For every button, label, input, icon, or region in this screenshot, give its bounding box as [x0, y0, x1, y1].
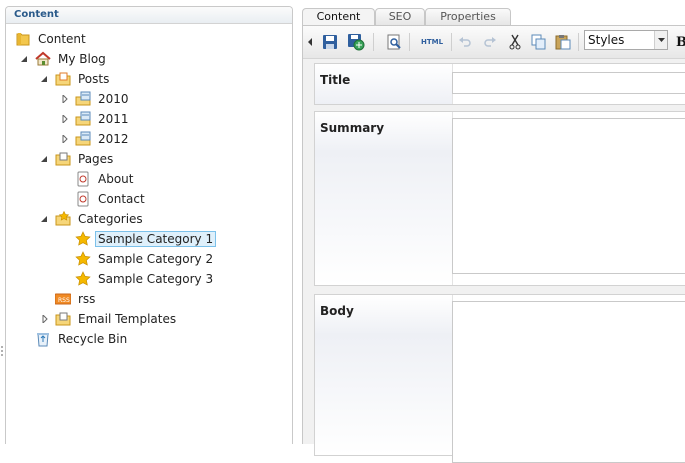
save-and-publish-icon[interactable] [347, 33, 365, 51]
editor-panel: Content SEO Properties HTML Styles B Tit… [302, 0, 685, 463]
toolbar-separator [578, 33, 579, 51]
chevron-down-icon [654, 31, 667, 49]
tab-seo[interactable]: SEO [375, 8, 425, 25]
tree-node-label: rss [78, 292, 96, 306]
collapsed-arrow-icon[interactable] [60, 134, 70, 144]
content-root-folder-icon [15, 31, 31, 47]
tree-node-label: 2010 [98, 92, 129, 106]
folder-icon [55, 311, 71, 327]
folder-icon [55, 151, 71, 167]
undo-icon[interactable] [456, 33, 474, 51]
tab-properties[interactable]: Properties [425, 8, 511, 25]
folder-star-icon [55, 210, 71, 227]
toolbar-separator [451, 33, 452, 51]
tree-node-label: Posts [78, 72, 110, 86]
home-icon [35, 51, 51, 67]
star-icon [75, 231, 91, 247]
styles-dropdown-value: Styles [588, 33, 625, 47]
expanded-arrow-icon[interactable] [39, 74, 49, 84]
tree-node-email-templates[interactable]: Email Templates [55, 309, 179, 329]
collapsed-arrow-icon[interactable] [60, 114, 70, 124]
tree-node-content[interactable]: Content [15, 29, 89, 49]
tree-node-label: Sample Category 1 [95, 231, 217, 247]
expanded-arrow-icon[interactable] [39, 214, 49, 224]
paste-icon[interactable] [554, 33, 572, 51]
preview-icon[interactable] [385, 33, 403, 51]
tree-node-2011[interactable]: 2011 [75, 109, 132, 129]
tree-node-sample-category-2[interactable]: Sample Category 2 [75, 249, 216, 269]
star-icon [75, 271, 91, 287]
tree-node-label: My Blog [58, 52, 106, 66]
tree-node-about[interactable]: About [75, 169, 136, 189]
tree-node-pages[interactable]: Pages [55, 149, 116, 169]
body-field-row: Body [314, 294, 685, 463]
summary-field-row: Summary [314, 111, 685, 286]
date-folder-icon [75, 131, 91, 147]
field-label-column: Title [315, 64, 453, 104]
tree-node-sample-category-1[interactable]: Sample Category 1 [75, 229, 217, 249]
tab-content[interactable]: Content [302, 8, 375, 26]
redo-icon[interactable] [481, 33, 499, 51]
copy-icon[interactable] [530, 33, 548, 51]
panel-resize-handle[interactable] [0, 345, 4, 359]
rich-text-toolbar: HTML Styles B [303, 26, 685, 59]
field-label-column: Summary [315, 112, 453, 285]
tree-node-label: About [98, 172, 134, 186]
body-label: Body [320, 304, 354, 318]
toolbar-collapse-arrow-icon[interactable] [305, 33, 315, 51]
toolbar-separator [373, 33, 374, 51]
tree-node-categories[interactable]: Categories [55, 209, 146, 229]
cut-icon[interactable] [506, 33, 524, 51]
tree-node-label: Pages [78, 152, 114, 166]
save-icon[interactable] [321, 33, 339, 51]
tree-node-2012[interactable]: 2012 [75, 129, 132, 149]
tree-node-rss[interactable]: RSS rss [54, 289, 98, 309]
star-icon [75, 251, 91, 267]
tree-node-label: Email Templates [78, 312, 177, 326]
recycle-bin-icon [35, 331, 51, 347]
html-source-button[interactable]: HTML [419, 33, 445, 51]
tree-node-contact[interactable]: Contact [75, 189, 148, 209]
editor-frame: HTML Styles B Title Summary Body [302, 25, 685, 463]
rss-icon: RSS [54, 291, 72, 307]
tree-node-label: Categories [78, 212, 143, 226]
tree-node-label: Content [38, 32, 86, 46]
tree-node-my-blog[interactable]: My Blog [35, 49, 109, 69]
expanded-arrow-icon[interactable] [39, 154, 49, 164]
styles-dropdown[interactable]: Styles [584, 30, 668, 50]
collapsed-arrow-icon[interactable] [60, 94, 70, 104]
tree-node-posts[interactable]: Posts [55, 69, 112, 89]
tree-panel-header: Content [6, 7, 292, 24]
tree-node-sample-category-3[interactable]: Sample Category 3 [75, 269, 216, 289]
svg-text:RSS: RSS [58, 297, 70, 304]
tree-node-2010[interactable]: 2010 [75, 89, 132, 109]
page-icon [75, 171, 91, 187]
tree-node-label: 2012 [98, 132, 129, 146]
toolbar-separator [409, 33, 410, 51]
tree-node-recycle-bin[interactable]: Recycle Bin [35, 329, 130, 349]
collapsed-arrow-icon[interactable] [40, 314, 50, 324]
title-input[interactable] [452, 72, 685, 94]
title-label: Title [320, 73, 351, 87]
bold-button[interactable]: B [676, 35, 685, 50]
date-folder-icon [75, 91, 91, 107]
tree-node-label: Recycle Bin [58, 332, 128, 346]
field-label-column: Body [315, 295, 453, 455]
tree-node-label: Contact [98, 192, 145, 206]
summary-label: Summary [320, 121, 385, 135]
body-editor[interactable] [452, 301, 685, 463]
summary-textarea[interactable] [452, 118, 685, 274]
folder-icon [55, 71, 71, 87]
title-field-row: Title [314, 63, 685, 105]
tree-node-label: 2011 [98, 112, 129, 126]
expanded-arrow-icon[interactable] [19, 54, 29, 64]
tree-node-label: Sample Category 2 [98, 252, 214, 266]
tree-node-label: Sample Category 3 [98, 272, 214, 286]
content-tree-panel: Content Content My Blog Posts 2010 2011 … [5, 6, 293, 444]
date-folder-icon [75, 111, 91, 127]
page-icon [75, 191, 91, 207]
